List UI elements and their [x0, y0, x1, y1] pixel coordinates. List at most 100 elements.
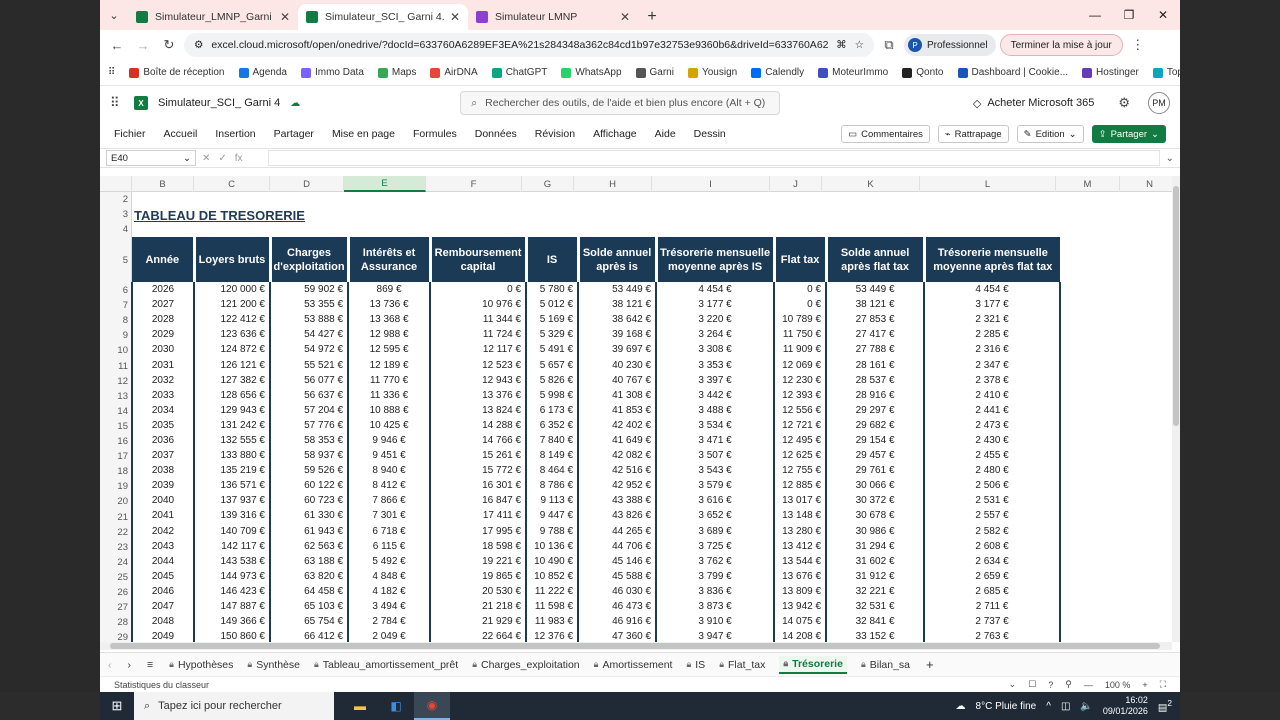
table-cell[interactable]: 62 563 € [268, 538, 350, 554]
table-cell[interactable]: 5 657 € [525, 357, 580, 373]
table-cell[interactable]: 3 308 € [655, 342, 776, 358]
table-cell[interactable]: 22 664 € [429, 629, 528, 642]
table-cell[interactable]: 56 637 € [268, 387, 350, 403]
table-cell[interactable]: 41 853 € [577, 402, 658, 418]
table-cell[interactable]: 126 121 € [193, 357, 271, 373]
row-header[interactable]: 26 [100, 587, 132, 598]
table-cell[interactable]: 12 230 € [773, 372, 828, 388]
table-cell[interactable]: 19 221 € [429, 553, 528, 569]
row-header[interactable]: 18 [100, 466, 132, 477]
column-header[interactable]: K [822, 176, 920, 192]
table-cell[interactable]: 12 885 € [773, 478, 828, 494]
table-header-cell[interactable]: Loyers bruts [194, 237, 272, 282]
table-cell[interactable]: 29 682 € [825, 417, 926, 433]
table-cell[interactable]: 6 115 € [347, 538, 432, 554]
table-cell[interactable]: 4 454 € [923, 282, 1062, 298]
menu-tab[interactable]: Insertion [215, 128, 255, 140]
table-cell[interactable]: 27 417 € [825, 327, 926, 343]
bookmark-star-icon[interactable]: ☆ [855, 39, 864, 51]
column-header[interactable]: E [344, 176, 426, 192]
table-cell[interactable]: 3 264 € [655, 327, 776, 343]
table-cell[interactable]: 2 410 € [923, 387, 1062, 403]
table-cell[interactable]: 19 865 € [429, 568, 528, 584]
table-cell[interactable]: 13 676 € [773, 568, 828, 584]
forward-icon[interactable]: → [132, 34, 154, 56]
table-cell[interactable]: 53 449 € [577, 282, 658, 298]
table-cell[interactable]: 149 366 € [193, 614, 271, 630]
table-cell[interactable]: 2049 [131, 629, 195, 642]
table-cell[interactable]: 32 531 € [825, 598, 926, 615]
table-cell[interactable]: 8 464 € [525, 463, 580, 479]
table-cell[interactable]: 28 916 € [825, 387, 926, 403]
table-cell[interactable]: 3 397 € [655, 372, 776, 388]
chevron-down-icon[interactable]: ⌄ [1009, 679, 1017, 690]
update-button[interactable]: Terminer la mise à jour [999, 34, 1123, 56]
table-cell[interactable]: 42 402 € [577, 417, 658, 433]
table-cell[interactable]: 2 608 € [923, 538, 1062, 554]
table-cell[interactable]: 5 329 € [525, 327, 580, 343]
bookmark-item[interactable]: Top invest [1152, 67, 1180, 78]
bookmark-item[interactable]: Qonto [902, 67, 944, 78]
row-header[interactable]: 15 [100, 421, 132, 432]
table-cell[interactable]: 121 200 € [193, 297, 271, 313]
table-cell[interactable]: 13 942 € [773, 598, 828, 615]
table-cell[interactable]: 42 952 € [577, 478, 658, 494]
table-cell[interactable]: 63 820 € [268, 568, 350, 584]
weather-text[interactable]: 8°C Pluie fine [976, 701, 1037, 712]
table-cell[interactable]: 2 321 € [923, 312, 1062, 328]
table-cell[interactable]: 3 799 € [655, 568, 776, 584]
table-cell[interactable]: 2027 [131, 297, 195, 313]
table-cell[interactable]: 2046 [131, 583, 195, 599]
sheet-tab[interactable]: 🔒︎ Flat_tax [719, 659, 765, 671]
menu-tab[interactable]: Révision [535, 128, 575, 140]
table-cell[interactable]: 6 173 € [525, 402, 580, 418]
table-cell[interactable]: 144 973 € [193, 568, 271, 584]
menu-tab[interactable]: Formules [413, 128, 457, 140]
table-cell[interactable]: 11 724 € [429, 327, 528, 343]
table-cell[interactable]: 12 721 € [773, 417, 828, 433]
menu-tab[interactable]: Mise en page [332, 128, 395, 140]
table-cell[interactable]: 33 152 € [825, 629, 926, 642]
table-cell[interactable]: 9 447 € [525, 508, 580, 524]
table-cell[interactable]: 17 995 € [429, 523, 528, 539]
function-icon[interactable]: fx [235, 153, 243, 164]
table-cell[interactable]: 2035 [131, 417, 195, 433]
table-cell[interactable]: 2041 [131, 508, 195, 524]
table-cell[interactable]: 147 887 € [193, 598, 271, 615]
table-cell[interactable]: 2 347 € [923, 357, 1062, 373]
table-header-cell[interactable]: Remboursement capital [430, 237, 528, 282]
table-cell[interactable]: 2038 [131, 463, 195, 479]
table-cell[interactable]: 41 649 € [577, 432, 658, 449]
table-cell[interactable]: 2047 [131, 598, 195, 615]
table-cell[interactable]: 11 909 € [773, 342, 828, 358]
table-cell[interactable]: 39 697 € [577, 342, 658, 358]
table-cell[interactable]: 2030 [131, 342, 195, 358]
table-cell[interactable]: 21 929 € [429, 614, 528, 630]
name-box[interactable]: E40 ⌄ [106, 150, 196, 166]
table-cell[interactable]: 3 689 € [655, 523, 776, 539]
user-avatar[interactable]: PM [1148, 92, 1170, 114]
table-cell[interactable]: 3 488 € [655, 402, 776, 418]
table-cell[interactable]: 5 780 € [525, 282, 580, 298]
table-cell[interactable]: 3 579 € [655, 478, 776, 494]
bookmark-item[interactable]: Maps [377, 67, 416, 78]
table-cell[interactable]: 5 169 € [525, 312, 580, 328]
table-cell[interactable]: 13 017 € [773, 493, 828, 509]
table-cell[interactable]: 11 983 € [525, 614, 580, 630]
table-cell[interactable]: 10 976 € [429, 297, 528, 313]
table-cell[interactable]: 60 723 € [268, 493, 350, 509]
row-header[interactable]: 19 [100, 481, 132, 492]
bookmark-item[interactable]: Immo Data [300, 67, 364, 78]
table-cell[interactable]: 0 € [773, 297, 828, 313]
table-cell[interactable]: 40 230 € [577, 357, 658, 373]
table-cell[interactable]: 5 826 € [525, 372, 580, 388]
table-cell[interactable]: 9 788 € [525, 523, 580, 539]
table-cell[interactable]: 12 393 € [773, 387, 828, 403]
table-header-cell[interactable]: IS [526, 237, 580, 282]
reload-icon[interactable]: ↻ [158, 34, 180, 56]
table-cell[interactable]: 12 069 € [773, 357, 828, 373]
table-cell[interactable]: 60 122 € [268, 478, 350, 494]
table-cell[interactable]: 135 219 € [193, 463, 271, 479]
table-cell[interactable]: 131 242 € [193, 417, 271, 433]
table-header-cell[interactable]: Intérêts et Assurance [348, 237, 432, 282]
